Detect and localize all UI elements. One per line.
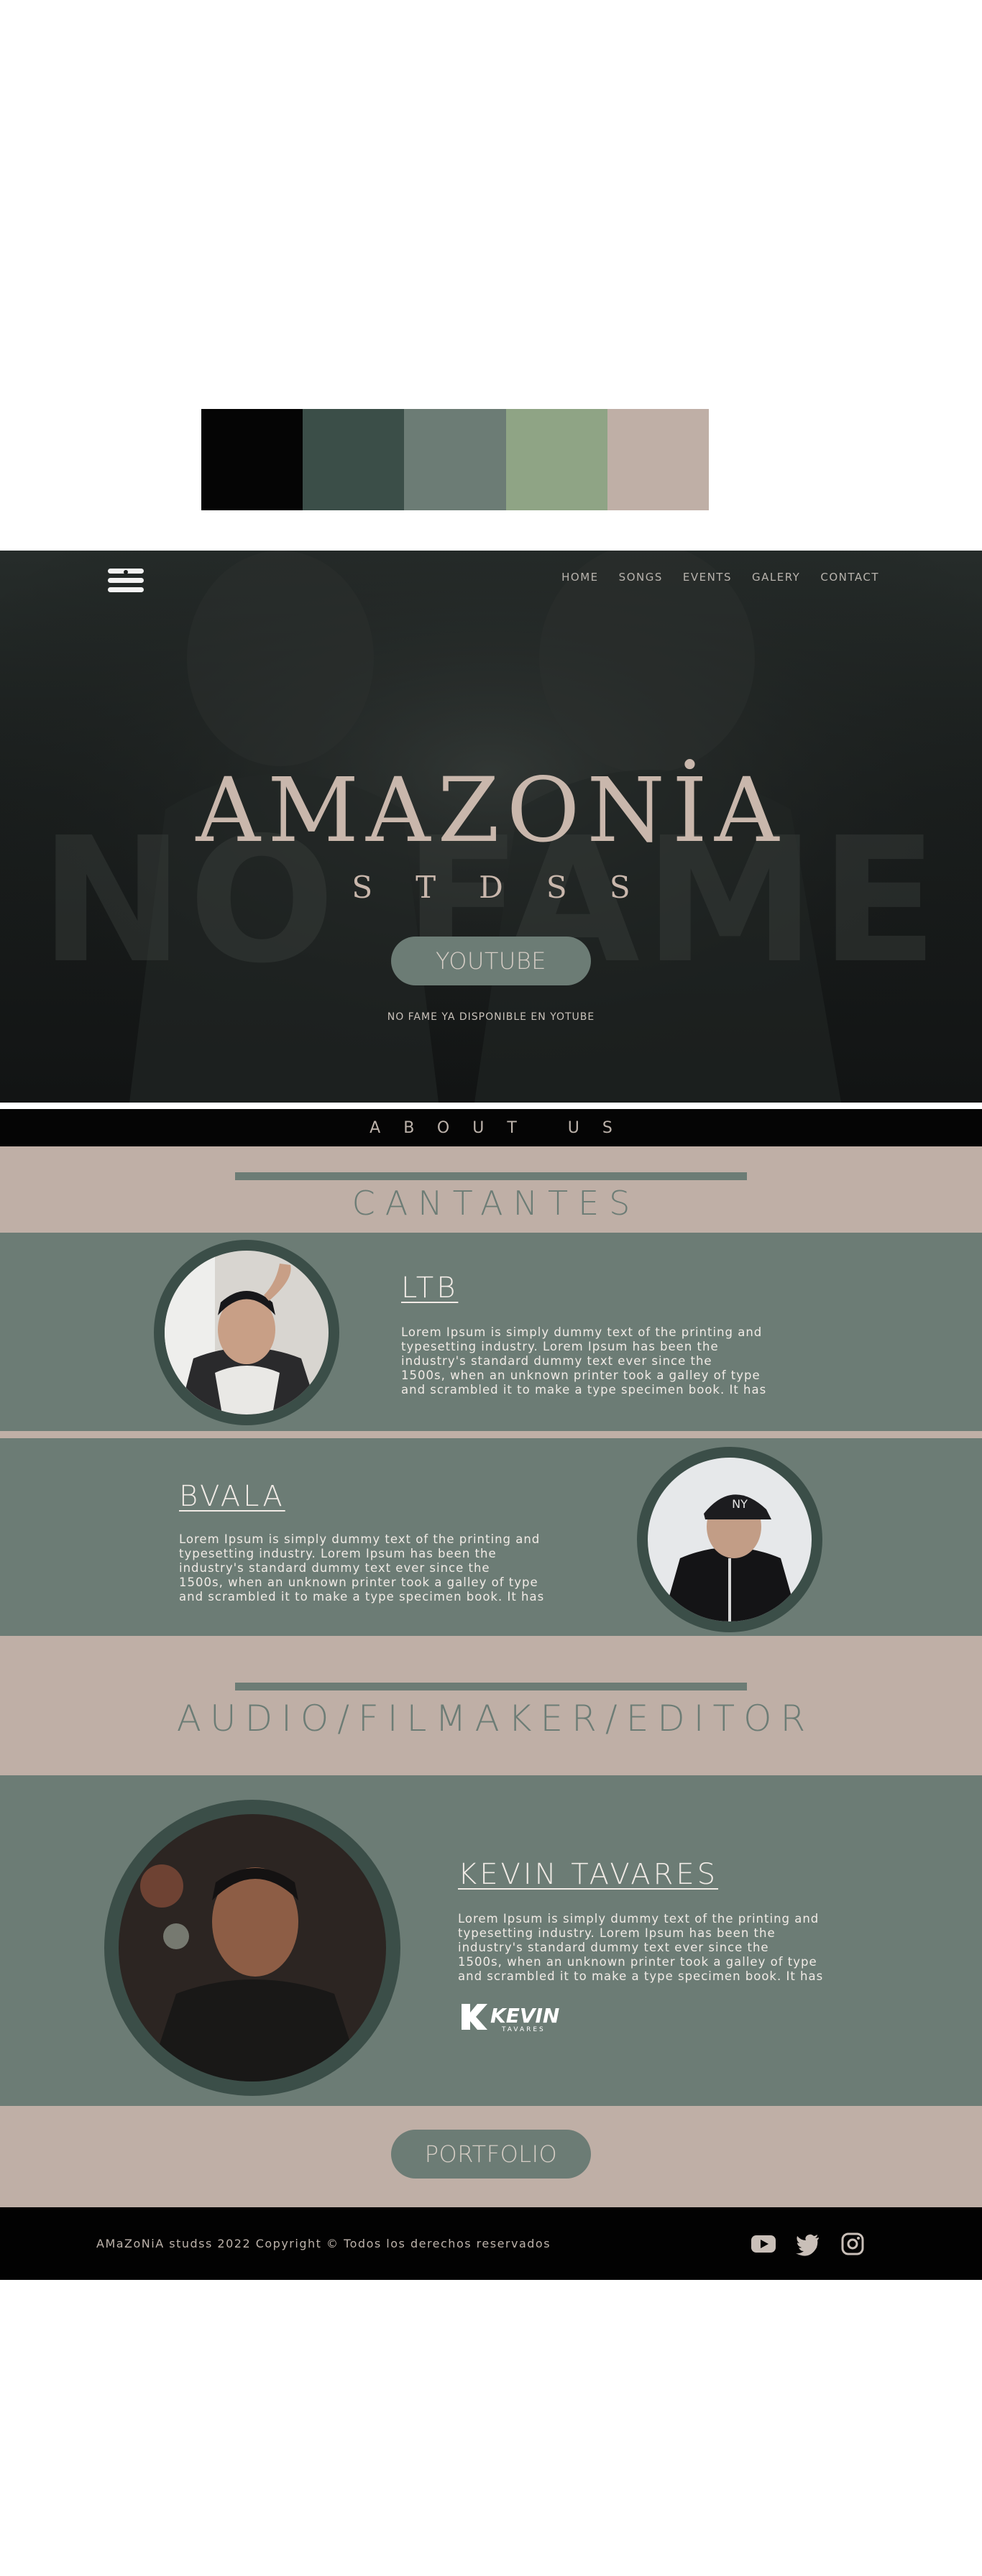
palette-swatch-dark-green: [303, 409, 405, 510]
nav-link-home[interactable]: HOME: [561, 571, 599, 584]
artist-bio-ltb: Lorem Ipsum is simply dummy text of the …: [401, 1325, 767, 1397]
accent-line: [235, 1172, 747, 1180]
audio-heading: AUDIO/FILMAKER/EDITOR: [176, 1698, 814, 1739]
svg-text:TAVARES: TAVARES: [501, 2026, 546, 2033]
youtube-icon[interactable]: [751, 2232, 776, 2256]
artist-name-bvala: BVALA: [179, 1480, 285, 1513]
hero-section: NO FAME HOME SONGS EVENTS GALERY CONTACT…: [0, 551, 982, 1103]
about-us-bar[interactable]: ABOUT US: [0, 1109, 982, 1146]
ltb-photo: [165, 1251, 329, 1414]
artist-name-kevin: KEVIN TAVARES: [458, 1858, 719, 1891]
nav-link-events[interactable]: EVENTS: [683, 571, 732, 584]
brand-title: AMAZONİA: [196, 759, 786, 862]
palette-swatch-sage: [505, 409, 607, 510]
color-palette: [201, 409, 710, 510]
youtube-button[interactable]: YOUTUBE: [391, 937, 591, 985]
kevin-photo: [119, 1814, 386, 2082]
palette-swatch-black: [201, 409, 303, 510]
cantantes-header: CANTANTES: [0, 1146, 982, 1233]
nav-link-galery[interactable]: GALERY: [752, 571, 800, 584]
main-nav: HOME SONGS EVENTS GALERY CONTACT: [561, 571, 879, 584]
svg-text:NY: NY: [732, 1497, 748, 1511]
brand-subtitle: STDSS: [352, 870, 674, 905]
artist-name-ltb: LTB: [401, 1271, 459, 1305]
artist-bio-bvala: Lorem Ipsum is simply dummy text of the …: [179, 1532, 545, 1604]
accent-line: [235, 1683, 747, 1690]
avatar-bvala: NY: [637, 1447, 822, 1632]
divider: [0, 1431, 982, 1438]
audio-header: AUDIO/FILMAKER/EDITOR: [0, 1636, 982, 1775]
palette-swatch-slate-green: [404, 409, 506, 510]
cantantes-heading: CANTANTES: [352, 1184, 641, 1223]
menu-logo-icon[interactable]: [106, 563, 145, 599]
kevin-tavares-logo: KEVIN TAVARES: [462, 2004, 559, 2033]
svg-text:KEVIN: KEVIN: [490, 2004, 559, 2028]
artist-card-ltb: LTB Lorem Ipsum is simply dummy text of …: [0, 1233, 982, 1431]
artist-bio-kevin: Lorem Ipsum is simply dummy text of the …: [458, 1912, 824, 1983]
avatar-ltb: [154, 1240, 339, 1425]
palette-swatch-beige: [607, 409, 710, 510]
copyright-text: AMaZoNiA studss 2022 Copyright © Todos l…: [96, 2237, 551, 2250]
portfolio-button[interactable]: PORTFOLIO: [391, 2130, 591, 2179]
artist-card-kevin: KEVIN TAVARES Lorem Ipsum is simply dumm…: [0, 1775, 982, 2106]
footer: AMaZoNiA studss 2022 Copyright © Todos l…: [0, 2207, 982, 2280]
twitter-icon[interactable]: [795, 2232, 821, 2256]
artist-card-bvala: NY BVALA Lorem Ipsum is simply dummy tex…: [0, 1438, 982, 1636]
avatar-kevin: [104, 1800, 400, 2096]
instagram-icon[interactable]: [840, 2232, 866, 2256]
bvala-photo: NY: [648, 1458, 812, 1622]
nav-link-songs[interactable]: SONGS: [619, 571, 663, 584]
nav-link-contact[interactable]: CONTACT: [820, 571, 879, 584]
about-us-label: ABOUT US: [370, 1118, 635, 1137]
release-note: NO FAME YA DISPONIBLE EN YOTUBE: [387, 1011, 595, 1023]
